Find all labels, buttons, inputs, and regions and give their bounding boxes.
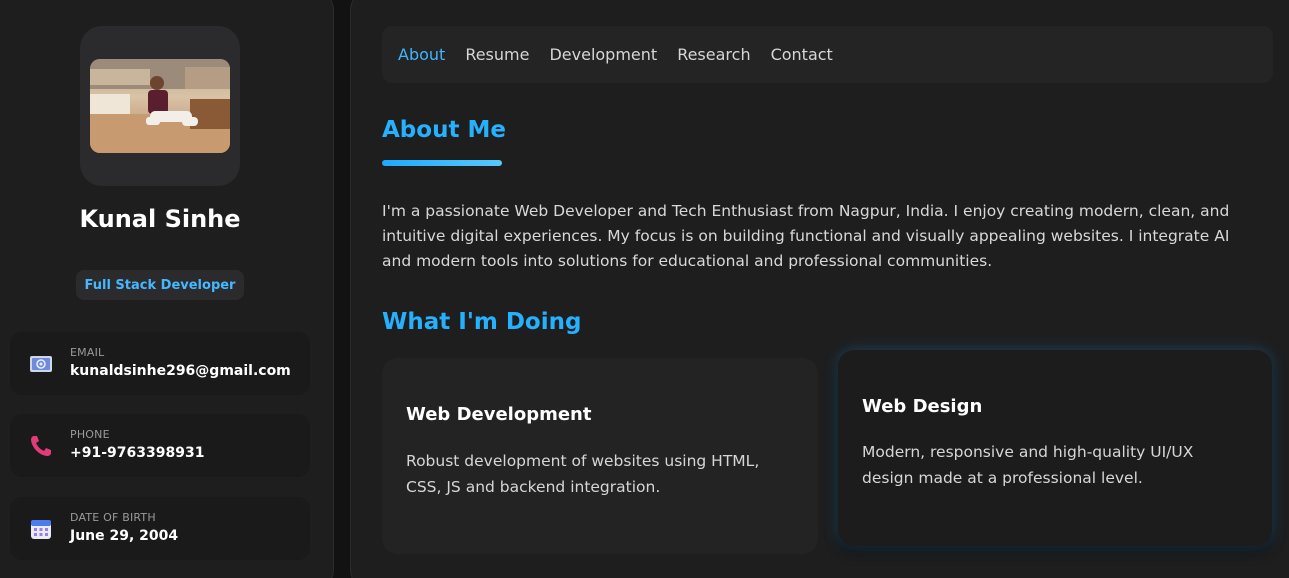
dob-label: DATE OF BIRTH (70, 511, 156, 524)
nav-resume[interactable]: Resume (465, 45, 529, 64)
profile-photo-image (90, 59, 230, 153)
calendar-icon (28, 516, 54, 542)
portfolio-page: Kunal Sinhe Full Stack Developer EMAIL k… (0, 0, 1289, 578)
profile-photo (90, 59, 230, 153)
phone-label: PHONE (70, 428, 110, 441)
nav-contact[interactable]: Contact (771, 45, 833, 64)
email-label: EMAIL (70, 346, 105, 359)
nav-research[interactable]: Research (677, 45, 750, 64)
avatar (80, 26, 240, 186)
service-title: Web Development (406, 404, 592, 425)
about-text: I'm a passionate Web Developer and Tech … (382, 202, 1230, 270)
service-card-web-design[interactable]: Web Design Modern, responsive and high-q… (838, 350, 1272, 546)
service-desc: Modern, responsive and high-quality UI/U… (862, 443, 1194, 487)
service-card-web-development[interactable]: Web Development Robust development of we… (382, 358, 818, 554)
contact-phone-card[interactable]: PHONE +91-9763398931 (10, 414, 310, 477)
nav-development[interactable]: Development (549, 45, 657, 64)
contact-email-card[interactable]: EMAIL kunaldsinhe296@gmail.com (10, 332, 310, 395)
email-value[interactable]: kunaldsinhe296@gmail.com (70, 363, 291, 379)
nav-about[interactable]: About (398, 45, 445, 64)
services-heading: What I'm Doing (382, 309, 582, 335)
about-heading: About Me (382, 117, 506, 143)
dob-value: June 29, 2004 (70, 528, 179, 544)
phone-value[interactable]: +91-9763398931 (70, 445, 204, 461)
role-badge: Full Stack Developer (76, 270, 244, 300)
profile-name: Kunal Sinhe (79, 205, 241, 233)
navbar: About Resume Development Research Contac… (382, 26, 1273, 83)
service-title: Web Design (862, 396, 983, 417)
contact-dob-card: DATE OF BIRTH June 29, 2004 (10, 497, 310, 560)
phone-icon (28, 433, 54, 459)
heading-underline (382, 160, 502, 166)
service-desc: Robust development of websites using HTM… (406, 452, 760, 496)
email-icon (28, 351, 54, 377)
